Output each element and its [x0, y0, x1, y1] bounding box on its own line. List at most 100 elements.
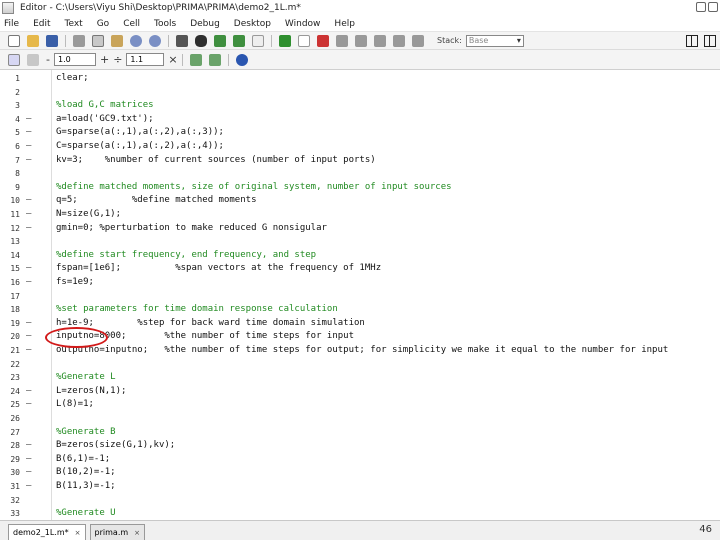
code-line[interactable]: 20— inputno=8000; %the number of time ste… [0, 330, 720, 344]
code-line[interactable]: 9 %define matched moments, size of origin… [0, 181, 720, 195]
code-line[interactable]: 33 %Generate U [0, 507, 720, 520]
code-line[interactable]: 12 — gmin=0; %perturbation to make reduced… [0, 222, 720, 236]
step-in-icon[interactable] [355, 34, 367, 47]
exit-debug-icon[interactable] [412, 34, 424, 47]
menu-window[interactable]: Window [285, 19, 321, 29]
increment-value-field[interactable]: 1.0 [53, 53, 96, 66]
close-icon[interactable]: × [75, 529, 81, 537]
menu-text[interactable]: Text [65, 19, 83, 29]
code-line[interactable]: 4 — a=load('GC9.txt'); [0, 113, 720, 127]
breakpoint-marker[interactable]: — [26, 466, 31, 480]
decrement-button[interactable]: - [46, 53, 50, 66]
code-line[interactable]: 29 — B(6,1)=-1; [0, 453, 720, 467]
step-icon[interactable] [336, 34, 348, 47]
dock-layout-icon[interactable] [704, 35, 716, 47]
code-line[interactable]: 8 [0, 167, 720, 181]
code-line[interactable]: 23 %Generate L [0, 371, 720, 385]
divide-button[interactable]: ÷ [113, 53, 122, 66]
code-line[interactable]: 18 %set parameters for time domain respon… [0, 303, 720, 317]
breakpoint-marker[interactable]: — [26, 126, 31, 140]
code-line[interactable]: 28 — B=zeros(size(G,1),kv); [0, 439, 720, 453]
breakpoint-marker[interactable]: — [26, 222, 31, 236]
code-line[interactable]: 1 clear; [0, 72, 720, 86]
code-editor[interactable]: 1 clear; 2 3 %load G,C matrices 4— a=load('GC9… [0, 70, 720, 520]
print-icon[interactable] [176, 34, 188, 47]
forward-icon[interactable] [233, 34, 245, 47]
code-line[interactable]: 3 %load G,C matrices [0, 99, 720, 113]
cell-mode-icon[interactable] [8, 53, 20, 66]
new-file-icon[interactable] [8, 34, 20, 47]
cell-advance-icon[interactable] [208, 53, 221, 66]
code-line[interactable]: 32 [0, 494, 720, 508]
breakpoint-marker[interactable]: — [26, 330, 31, 344]
menu-edit[interactable]: Edit [33, 19, 50, 29]
eval-cell-icon[interactable] [27, 53, 39, 66]
code-line[interactable]: 5 — G=sparse(a(:,1),a(:,2),a(:,3)); [0, 126, 720, 140]
code-line[interactable]: 15 — fspan=[1e6]; %span vectors at the fre… [0, 262, 720, 276]
breakpoint-marker[interactable]: — [26, 453, 31, 467]
save-icon[interactable] [46, 34, 58, 47]
breakpoint-marker[interactable]: — [26, 439, 31, 453]
cell-run-icon[interactable] [189, 53, 202, 66]
step-out-icon[interactable] [374, 34, 386, 47]
increment-button[interactable]: + [100, 53, 109, 66]
code-line[interactable]: 17 [0, 290, 720, 304]
find-icon[interactable] [195, 34, 207, 47]
breakpoint-set-icon[interactable] [298, 34, 310, 47]
menu-desktop[interactable]: Desktop [234, 19, 271, 29]
breakpoint-marker[interactable]: — [26, 480, 31, 494]
scale-value-field[interactable]: 1.1 [126, 53, 165, 66]
breakpoint-marker[interactable]: — [26, 317, 31, 331]
menu-cell[interactable]: Cell [123, 19, 140, 29]
code-line[interactable]: 21 — outputno=inputno; %the number of time… [0, 344, 720, 358]
code-line[interactable]: 2 [0, 86, 720, 100]
paste-icon[interactable] [111, 34, 123, 47]
menu-help[interactable]: Help [334, 19, 355, 29]
menu-debug[interactable]: Debug [190, 19, 220, 29]
code-line[interactable]: 26 [0, 412, 720, 426]
code-line[interactable]: 6 — C=sparse(a(:,1),a(:,2),a(:,4)); [0, 140, 720, 154]
code-line[interactable]: 13 [0, 235, 720, 249]
cut-icon[interactable] [73, 34, 85, 47]
multiply-button[interactable]: × [168, 53, 177, 66]
close-icon[interactable] [708, 2, 718, 12]
help-icon[interactable] [235, 53, 248, 66]
code-line[interactable]: 31 — B(11,3)=-1; [0, 480, 720, 494]
breakpoint-marker[interactable]: — [26, 154, 31, 168]
breakpoint-marker[interactable]: — [26, 140, 31, 154]
breakpoint-marker[interactable]: — [26, 262, 31, 276]
menu-file[interactable]: File [4, 19, 19, 29]
copy-icon[interactable] [92, 34, 104, 47]
code-line[interactable]: 30 — B(10,2)=-1; [0, 466, 720, 480]
code-line[interactable]: 27 %Generate B [0, 426, 720, 440]
breakpoint-marker[interactable]: — [26, 194, 31, 208]
function-icon[interactable] [252, 34, 264, 47]
code-line[interactable]: 16 — fs=1e9; [0, 276, 720, 290]
menu-go[interactable]: Go [97, 19, 109, 29]
code-line[interactable]: 24 — L=zeros(N,1); [0, 385, 720, 399]
code-line[interactable]: 14 %define start frequency, end frequency… [0, 249, 720, 263]
tab-demo2[interactable]: demo2_1L.m* × [8, 524, 86, 540]
breakpoint-marker[interactable]: — [26, 208, 31, 222]
code-line[interactable]: 22 [0, 358, 720, 372]
code-line[interactable]: 11 — N=size(G,1); [0, 208, 720, 222]
code-line[interactable]: 7 — kv=3; %number of current sources (numb… [0, 154, 720, 168]
breakpoint-marker[interactable]: — [26, 398, 31, 412]
breakpoint-clear-icon[interactable] [317, 34, 329, 47]
tab-prima[interactable]: prima.m × [89, 524, 146, 540]
breakpoint-marker[interactable]: — [26, 344, 31, 358]
continue-icon[interactable] [393, 34, 405, 47]
close-icon[interactable]: × [134, 529, 140, 537]
code-line[interactable]: 10 — q=5; %define matched moments [0, 194, 720, 208]
split-layout-icon[interactable] [686, 35, 698, 47]
minimize-icon[interactable] [696, 2, 706, 12]
stack-dropdown[interactable]: Base ▾ [465, 34, 524, 47]
redo-icon[interactable] [149, 34, 161, 47]
breakpoint-marker[interactable]: — [26, 385, 31, 399]
menu-tools[interactable]: Tools [154, 19, 176, 29]
open-folder-icon[interactable] [27, 34, 39, 47]
back-icon[interactable] [214, 34, 226, 47]
breakpoint-marker[interactable]: — [26, 276, 31, 290]
run-icon[interactable] [279, 34, 291, 47]
code-line[interactable]: 25 — L(8)=1; [0, 398, 720, 412]
